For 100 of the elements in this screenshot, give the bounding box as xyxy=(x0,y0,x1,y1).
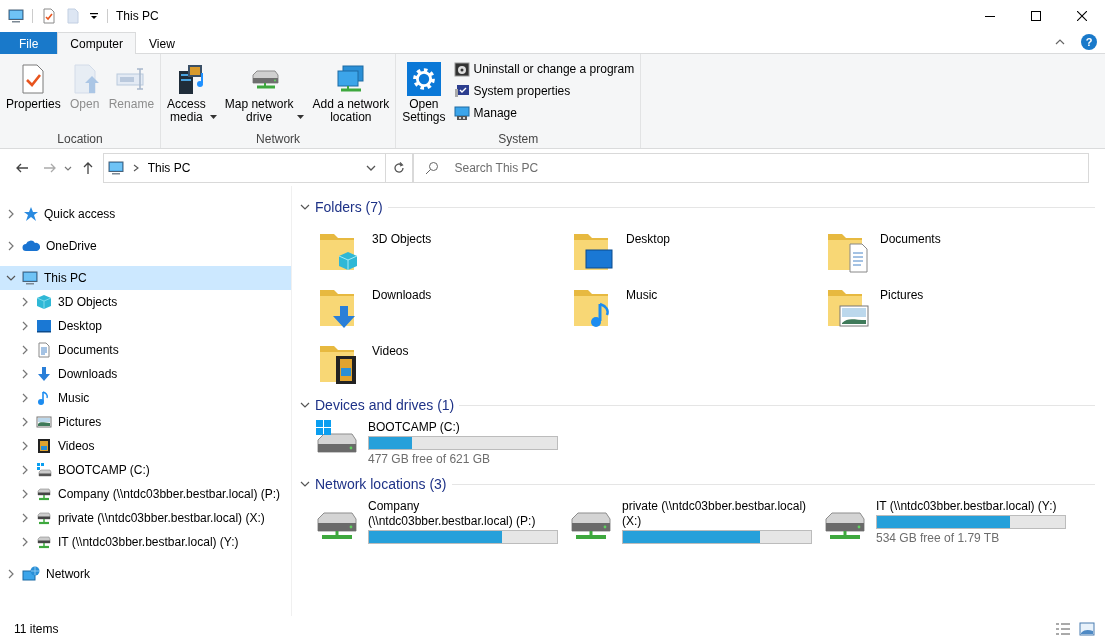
caret-icon xyxy=(297,115,305,119)
network-drive-icon xyxy=(36,486,52,502)
chevron-right-icon xyxy=(6,241,16,251)
ribbon-tab[interactable]: File xyxy=(0,32,58,54)
chevron-right-icon xyxy=(20,393,30,403)
tree-item[interactable]: private (\\ntdc03bber.bestbar.local) (X:) xyxy=(0,506,291,530)
ribbon-group-label: Location xyxy=(56,131,104,148)
search-icon xyxy=(425,161,440,175)
address-field[interactable]: This PC xyxy=(102,153,386,183)
properties-icon xyxy=(41,8,57,24)
cube-icon xyxy=(36,294,52,310)
chevron-right-icon xyxy=(6,209,16,219)
chevron-right-icon xyxy=(20,513,30,523)
tree-item[interactable]: This PC xyxy=(0,266,291,290)
tree-item[interactable]: BOOTCAMP (C:) xyxy=(0,458,291,482)
ribbon-tab[interactable]: View xyxy=(136,32,188,54)
chevron-up-icon xyxy=(1055,37,1065,47)
item-count: 11 items xyxy=(14,620,59,638)
folder-label[interactable]: Desktop xyxy=(626,226,671,248)
chevron-right-icon xyxy=(20,465,30,475)
tree-item[interactable]: Videos xyxy=(0,434,291,458)
close-icon xyxy=(1077,11,1087,21)
tree-item[interactable]: Music xyxy=(0,386,291,410)
chevron-right-icon xyxy=(131,164,140,172)
network-location-icon xyxy=(334,63,367,95)
tree-item[interactable]: Downloads xyxy=(0,362,291,386)
folder-label[interactable]: Videos xyxy=(372,338,409,360)
customize-toolbar-button[interactable] xyxy=(89,11,99,21)
details-view-button[interactable] xyxy=(1055,620,1071,637)
ribbon-small-button[interactable]: System properties xyxy=(451,80,637,102)
tree-item[interactable]: Quick access xyxy=(0,202,291,226)
computer-check-icon xyxy=(453,83,470,99)
folder-label[interactable]: Documents xyxy=(880,226,941,248)
folder-label[interactable]: Pictures xyxy=(880,282,924,304)
ribbon-button[interactable]: Open Settings xyxy=(400,58,448,126)
group-header[interactable]: Devices and drives (1) xyxy=(315,394,455,416)
group-header[interactable]: Network locations (3) xyxy=(315,473,447,495)
drive-label[interactable]: Company (\\ntdc03bber.bestbar.local) (P:) xyxy=(368,499,558,529)
ribbon-small-button[interactable]: Uninstall or change a program xyxy=(451,58,637,80)
ribbon-button[interactable]: Access media xyxy=(165,58,219,126)
download-arrow-icon xyxy=(36,366,52,382)
drive-label[interactable]: IT (\\ntdc03bber.bestbar.local) (Y:) xyxy=(876,499,1066,514)
help-button[interactable]: ? xyxy=(1081,34,1097,50)
chevron-right-icon xyxy=(20,489,30,499)
network-drive-icon xyxy=(36,534,52,550)
ribbon-tab[interactable]: Computer xyxy=(57,32,137,54)
dropdown-caret-icon xyxy=(89,11,99,21)
chevron-right-icon xyxy=(20,537,30,547)
details-list-icon xyxy=(1055,620,1071,637)
network-drive-icon xyxy=(36,510,52,526)
settings-icon xyxy=(406,62,441,96)
chevron-right-icon xyxy=(20,345,30,355)
computer-manage-icon xyxy=(453,105,470,121)
ribbon-button[interactable]: Map network drive xyxy=(222,58,307,126)
desktop-icon xyxy=(36,318,52,334)
free-space-text: 534 GB free of 1.79 TB xyxy=(876,531,1001,546)
drive-label[interactable]: BOOTCAMP (C:) xyxy=(368,420,558,435)
picture-icon xyxy=(36,414,52,430)
search-field[interactable]: Search This PC xyxy=(413,153,1089,183)
film-icon xyxy=(36,438,52,454)
blank-page-icon xyxy=(65,8,81,24)
network-icon xyxy=(22,565,40,583)
folder-label[interactable]: 3D Objects xyxy=(372,226,432,248)
properties-quick-button[interactable] xyxy=(41,8,57,24)
computer-icon xyxy=(8,8,24,24)
chevron-right-icon xyxy=(20,441,30,451)
folder-label[interactable]: Downloads xyxy=(372,282,432,304)
tree-item[interactable]: OneDrive xyxy=(0,234,291,258)
free-space-text: 477 GB free of 621 GB xyxy=(368,452,492,467)
chevron-right-icon xyxy=(20,369,30,379)
drive-label[interactable]: private (\\ntdc03bber.bestbar.local) (X:) xyxy=(622,499,812,529)
chevron-right-icon xyxy=(20,321,30,331)
drive-icon xyxy=(36,462,52,478)
computer-icon xyxy=(22,270,38,286)
picture-icon xyxy=(1079,620,1095,637)
chevron-down-icon xyxy=(6,273,16,283)
window-title: This PC xyxy=(116,8,159,25)
tree-item[interactable]: IT (\\ntdc03bber.bestbar.local) (Y:) xyxy=(0,530,291,554)
computer-icon xyxy=(107,160,124,176)
maximize-icon xyxy=(1031,11,1041,21)
tree-item[interactable]: 3D Objects xyxy=(0,290,291,314)
tree-item[interactable]: Documents xyxy=(0,338,291,362)
ribbon-button[interactable]: Properties xyxy=(4,58,63,113)
tree-item[interactable]: Company (\\ntdc03bber.bestbar.local) (P:) xyxy=(0,482,291,506)
tree-item[interactable]: Desktop xyxy=(0,314,291,338)
tree-item[interactable]: Pictures xyxy=(0,410,291,434)
ribbon-button[interactable]: Add a network location xyxy=(310,58,392,126)
ribbon-small-button[interactable]: Manage xyxy=(451,102,637,124)
large-icons-view-button[interactable] xyxy=(1079,620,1095,637)
document-icon xyxy=(36,342,52,358)
tree-item[interactable]: Network xyxy=(0,562,291,586)
ribbon-group-label: System xyxy=(497,131,540,148)
collapse-ribbon-button[interactable] xyxy=(1055,37,1065,47)
chevron-right-icon xyxy=(20,417,30,427)
breadcrumb-link[interactable]: This PC xyxy=(147,159,191,177)
refresh-icon xyxy=(392,161,407,175)
chevron-right-icon xyxy=(6,569,16,579)
chevron-right-icon xyxy=(20,297,30,307)
group-header[interactable]: Folders (7) xyxy=(315,196,383,218)
folder-label[interactable]: Music xyxy=(626,282,658,304)
